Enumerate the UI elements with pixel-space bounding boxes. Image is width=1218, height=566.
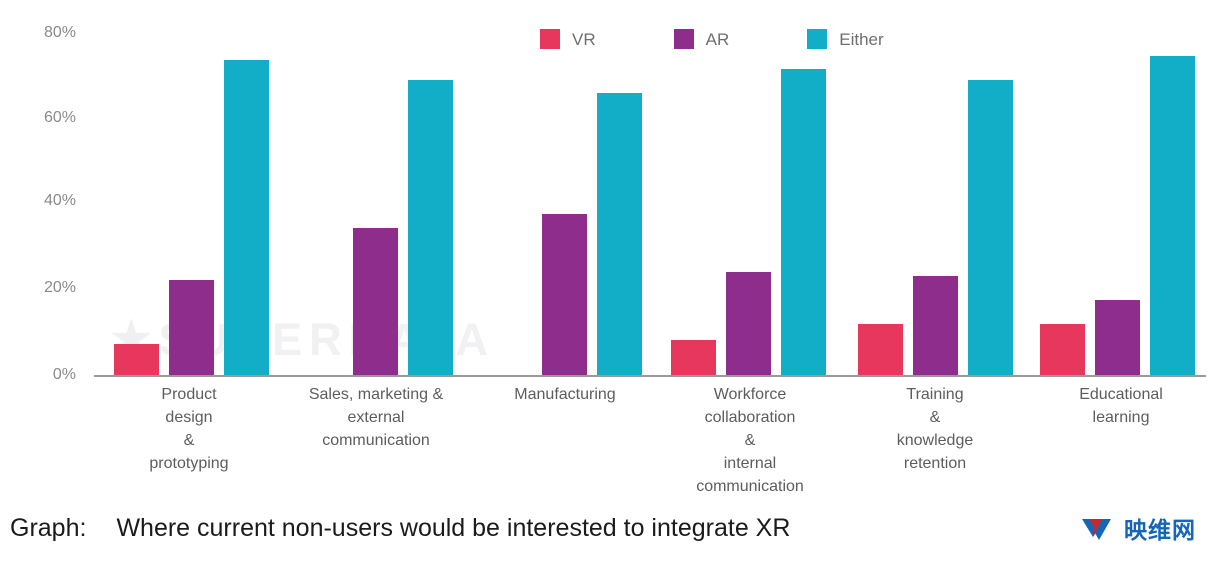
x-category-label-1: Sales, marketing & external communication: [292, 383, 460, 452]
x-axis-baseline: [94, 375, 1206, 377]
x-category-label-0: Product design & prototyping: [109, 383, 269, 475]
x-category-label-0-line-2: &: [183, 432, 195, 449]
x-category-label-0-line-3: prototyping: [149, 455, 229, 472]
x-category-label-4: Training & knowledge retention: [855, 383, 1015, 475]
y-tick-label-60: 60%: [43, 109, 76, 126]
x-category-label-4-line-0: Training: [906, 386, 964, 403]
bar-ar-group-1[interactable]: [353, 227, 398, 375]
x-category-label-3: Workforce collaboration & internal communica…: [665, 383, 835, 498]
bar-ar-group-0[interactable]: [169, 280, 214, 375]
x-category-label-3-line-2: &: [744, 432, 756, 449]
x-category-label-3-line-0: Workforce: [713, 386, 787, 403]
x-category-label-5-line-0: Educational: [1079, 386, 1163, 403]
x-category-label-2: Manufacturing: [481, 383, 649, 406]
x-category-label-0-line-0: Product: [161, 386, 217, 403]
x-category-label-2-line-0: Manufacturing: [514, 386, 616, 403]
chart-caption: Graph: Where current non-users would be …: [10, 514, 790, 543]
x-category-label-1-line-1: external: [347, 409, 405, 426]
bar-either-group-3[interactable]: [781, 69, 826, 375]
caption-prefix: Graph:: [10, 514, 87, 542]
publisher-logo-text: 映维网: [1124, 517, 1196, 544]
caption-text: Where current non-users would be interes…: [116, 514, 791, 542]
x-category-label-4-line-2: knowledge: [896, 432, 974, 449]
bar-ar-group-5[interactable]: [1095, 300, 1140, 375]
x-category-label-5: Educational learning: [1037, 383, 1205, 429]
bar-vr-group-4[interactable]: [858, 324, 903, 375]
bar-vr-group-5[interactable]: [1040, 324, 1085, 375]
x-category-label-3-line-1: collaboration: [704, 409, 796, 426]
x-category-label-1-line-0: Sales, marketing &: [308, 386, 444, 403]
y-tick-label-20: 20%: [43, 279, 76, 296]
bar-either-group-2[interactable]: [597, 93, 642, 375]
x-category-label-0-line-1: design: [165, 409, 213, 426]
bar-ar-group-2[interactable]: [542, 214, 587, 375]
y-tick-label-0: 0%: [52, 366, 76, 383]
bar-either-group-0[interactable]: [224, 60, 269, 375]
y-tick-label-40: 40%: [43, 192, 76, 209]
yv-logo-icon: [1082, 519, 1111, 540]
plot-area: [94, 23, 1204, 375]
bar-either-group-4[interactable]: [968, 80, 1013, 375]
bar-vr-group-3[interactable]: [671, 339, 716, 375]
y-tick-label-80: 80%: [43, 24, 76, 41]
bar-ar-group-4[interactable]: [913, 276, 958, 375]
x-category-label-3-line-4: communication: [696, 478, 804, 495]
chart-root: VR AR Either 80% 60% 40% 20% 0% ★ SUPERD…: [0, 0, 1218, 566]
bar-vr-group-0[interactable]: [114, 344, 159, 375]
x-category-label-4-line-1: &: [929, 409, 941, 426]
bar-either-group-1[interactable]: [408, 80, 453, 375]
x-category-label-5-line-1: learning: [1092, 409, 1150, 426]
bar-either-group-5[interactable]: [1150, 56, 1195, 375]
publisher-logo[interactable]: 映维网: [1082, 518, 1196, 544]
x-category-label-1-line-2: communication: [322, 432, 430, 449]
bar-ar-group-3[interactable]: [726, 271, 771, 375]
x-category-label-3-line-3: internal: [723, 455, 777, 472]
x-category-label-4-line-3: retention: [903, 455, 967, 472]
